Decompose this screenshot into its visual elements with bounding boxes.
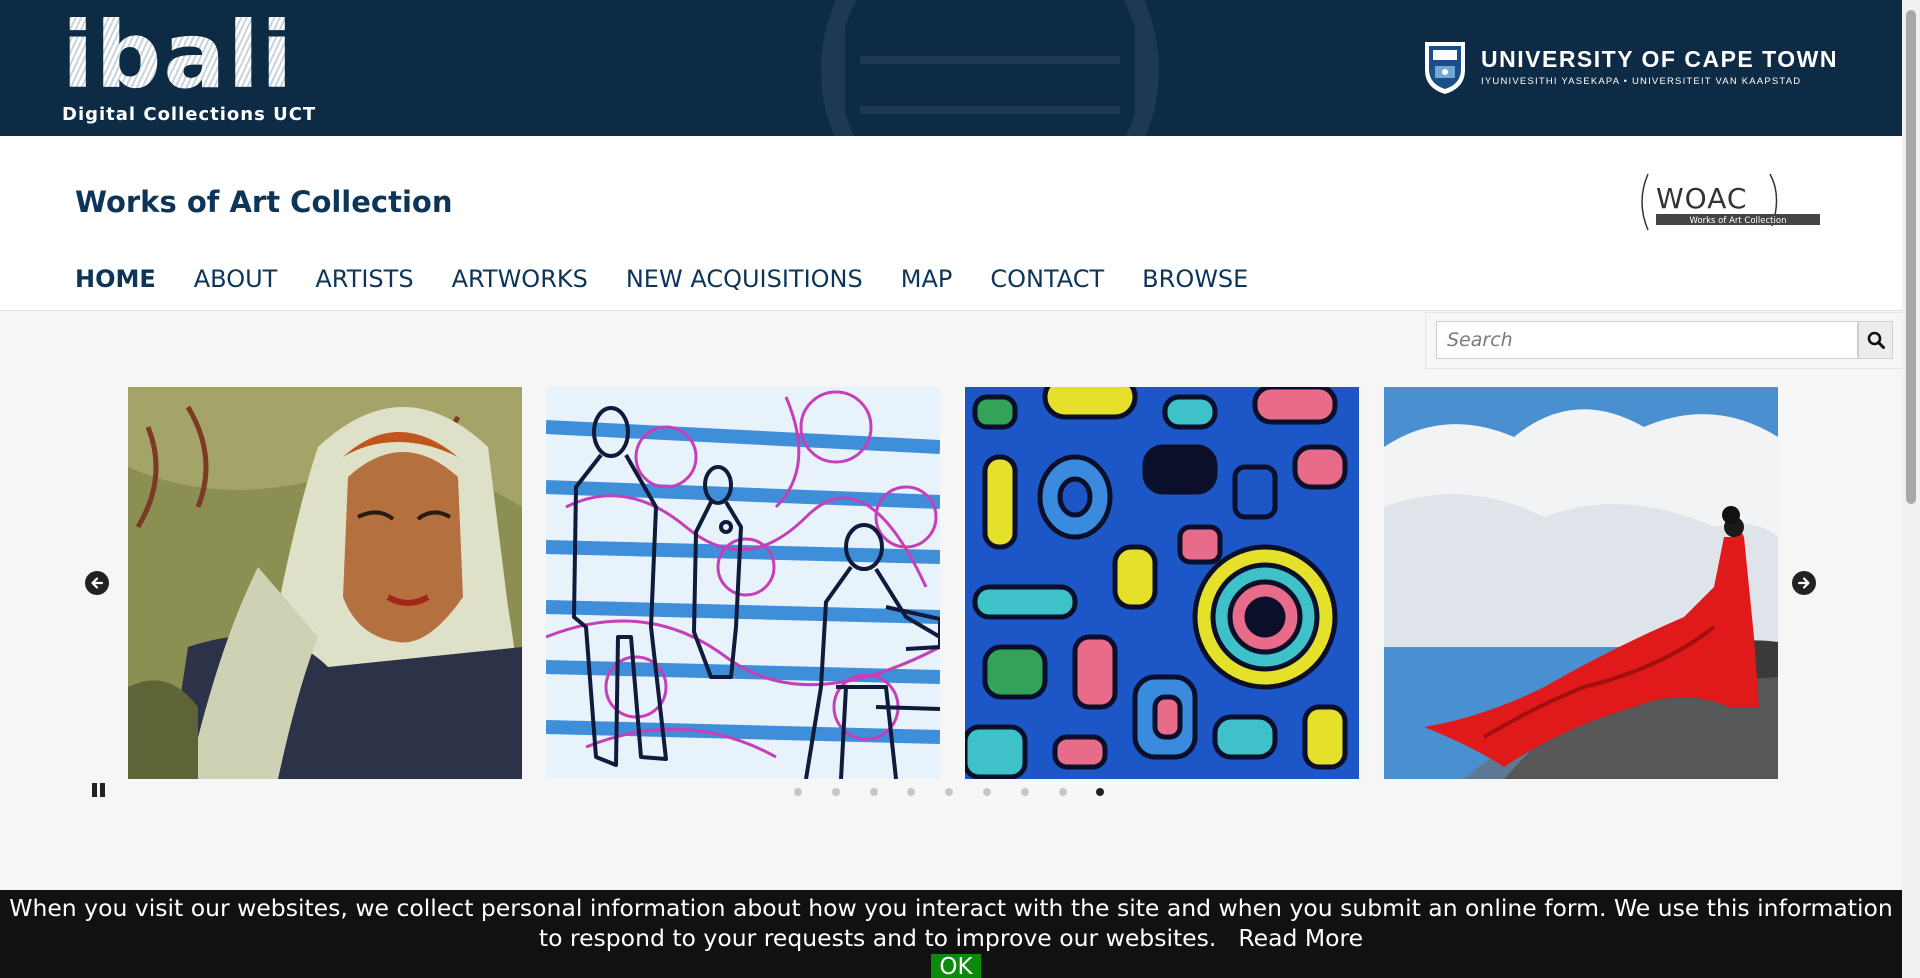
carousel-slide-1[interactable]: [128, 387, 522, 779]
carousel-dot[interactable]: [831, 788, 840, 796]
nav-contact[interactable]: CONTACT: [990, 265, 1104, 293]
artwork-portrait-image: [128, 387, 522, 779]
ibali-logo-word: ibali: [62, 2, 295, 109]
search-input[interactable]: [1436, 321, 1858, 359]
woac-logo-text: WOAC: [1656, 182, 1747, 215]
carousel-pagination: [794, 788, 1134, 796]
main-nav: HOME ABOUT ARTISTS ARTWORKS NEW ACQUISIT…: [75, 265, 1286, 293]
carousel-dot[interactable]: [794, 788, 802, 796]
banner-background-illustration: [821, 0, 1159, 136]
cookie-read-more-link[interactable]: Read More: [1238, 924, 1363, 952]
site-header: Works of Art Collection WOAC Works of Ar…: [0, 136, 1902, 311]
carousel-dot[interactable]: [982, 788, 991, 796]
uct-logo[interactable]: UNIVERSITY OF CAPE TOWN IYUNIVESITHI YAS…: [1423, 36, 1838, 96]
site-title[interactable]: Works of Art Collection: [75, 185, 452, 219]
woac-logo[interactable]: WOAC Works of Art Collection: [1636, 170, 1822, 234]
search-box: [1425, 312, 1902, 369]
artwork-figures-image: [546, 387, 940, 779]
scrollbar-thumb[interactable]: [1906, 10, 1916, 504]
uct-tagline: IYUNIVESITHI YASEKAPA • UNIVERSITEIT VAN…: [1481, 75, 1802, 87]
nav-new-acquisitions[interactable]: NEW ACQUISITIONS: [626, 265, 863, 293]
carousel-prev-button[interactable]: [85, 571, 109, 595]
uct-name: UNIVERSITY OF CAPE TOWN: [1481, 45, 1838, 72]
nav-artists[interactable]: ARTISTS: [315, 265, 413, 293]
carousel-dot[interactable]: [907, 788, 916, 796]
carousel-next-button[interactable]: [1792, 571, 1816, 595]
nav-browse[interactable]: BROWSE: [1142, 265, 1248, 293]
uct-crest-icon: [1425, 42, 1466, 94]
uct-wordmark: UNIVERSITY OF CAPE TOWN IYUNIVESITHI YAS…: [1481, 46, 1838, 87]
pause-icon: [91, 783, 97, 797]
carousel-dot[interactable]: [869, 788, 878, 796]
carousel-slide-2[interactable]: [546, 387, 940, 779]
woac-logo-subtext: Works of Art Collection: [1690, 216, 1787, 226]
cookie-ok-button[interactable]: OK: [931, 954, 981, 978]
cookie-message: When you visit our websites, we collect …: [9, 894, 1893, 952]
top-banner: ibali Digital Collections UCT UNIVERSITY…: [0, 0, 1902, 136]
carousel-dot[interactable]: [945, 788, 954, 796]
ibali-logo-subtitle: Digital Collections UCT: [62, 104, 317, 125]
nav-artworks[interactable]: ARTWORKS: [452, 265, 588, 293]
carousel-dot[interactable]: [1020, 788, 1029, 796]
search-icon: [1867, 331, 1885, 349]
artwork-abstract-image: [965, 387, 1359, 779]
carousel-slide-4[interactable]: [1384, 387, 1778, 779]
arrow-right-circle-icon: [1797, 577, 1810, 589]
artwork-red-dress-image: [1384, 387, 1778, 779]
carousel-pause-button[interactable]: [90, 782, 106, 798]
cookie-banner: When you visit our websites, we collect …: [0, 890, 1902, 978]
carousel-slide-3[interactable]: [965, 387, 1359, 779]
nav-about[interactable]: ABOUT: [194, 265, 278, 293]
artwork-carousel: [0, 386, 1902, 806]
nav-home[interactable]: HOME: [75, 265, 156, 293]
ibali-logo[interactable]: ibali Digital Collections UCT: [62, 10, 317, 126]
nav-map[interactable]: MAP: [901, 265, 953, 293]
carousel-dot[interactable]: [1058, 788, 1067, 796]
page-scrollbar[interactable]: [1902, 0, 1920, 978]
carousel-dot-active[interactable]: [1096, 788, 1105, 796]
cookie-message-wrap: When you visit our websites, we collect …: [0, 890, 1902, 953]
search-button[interactable]: [1858, 321, 1893, 359]
arrow-left-circle-icon: [91, 577, 104, 589]
